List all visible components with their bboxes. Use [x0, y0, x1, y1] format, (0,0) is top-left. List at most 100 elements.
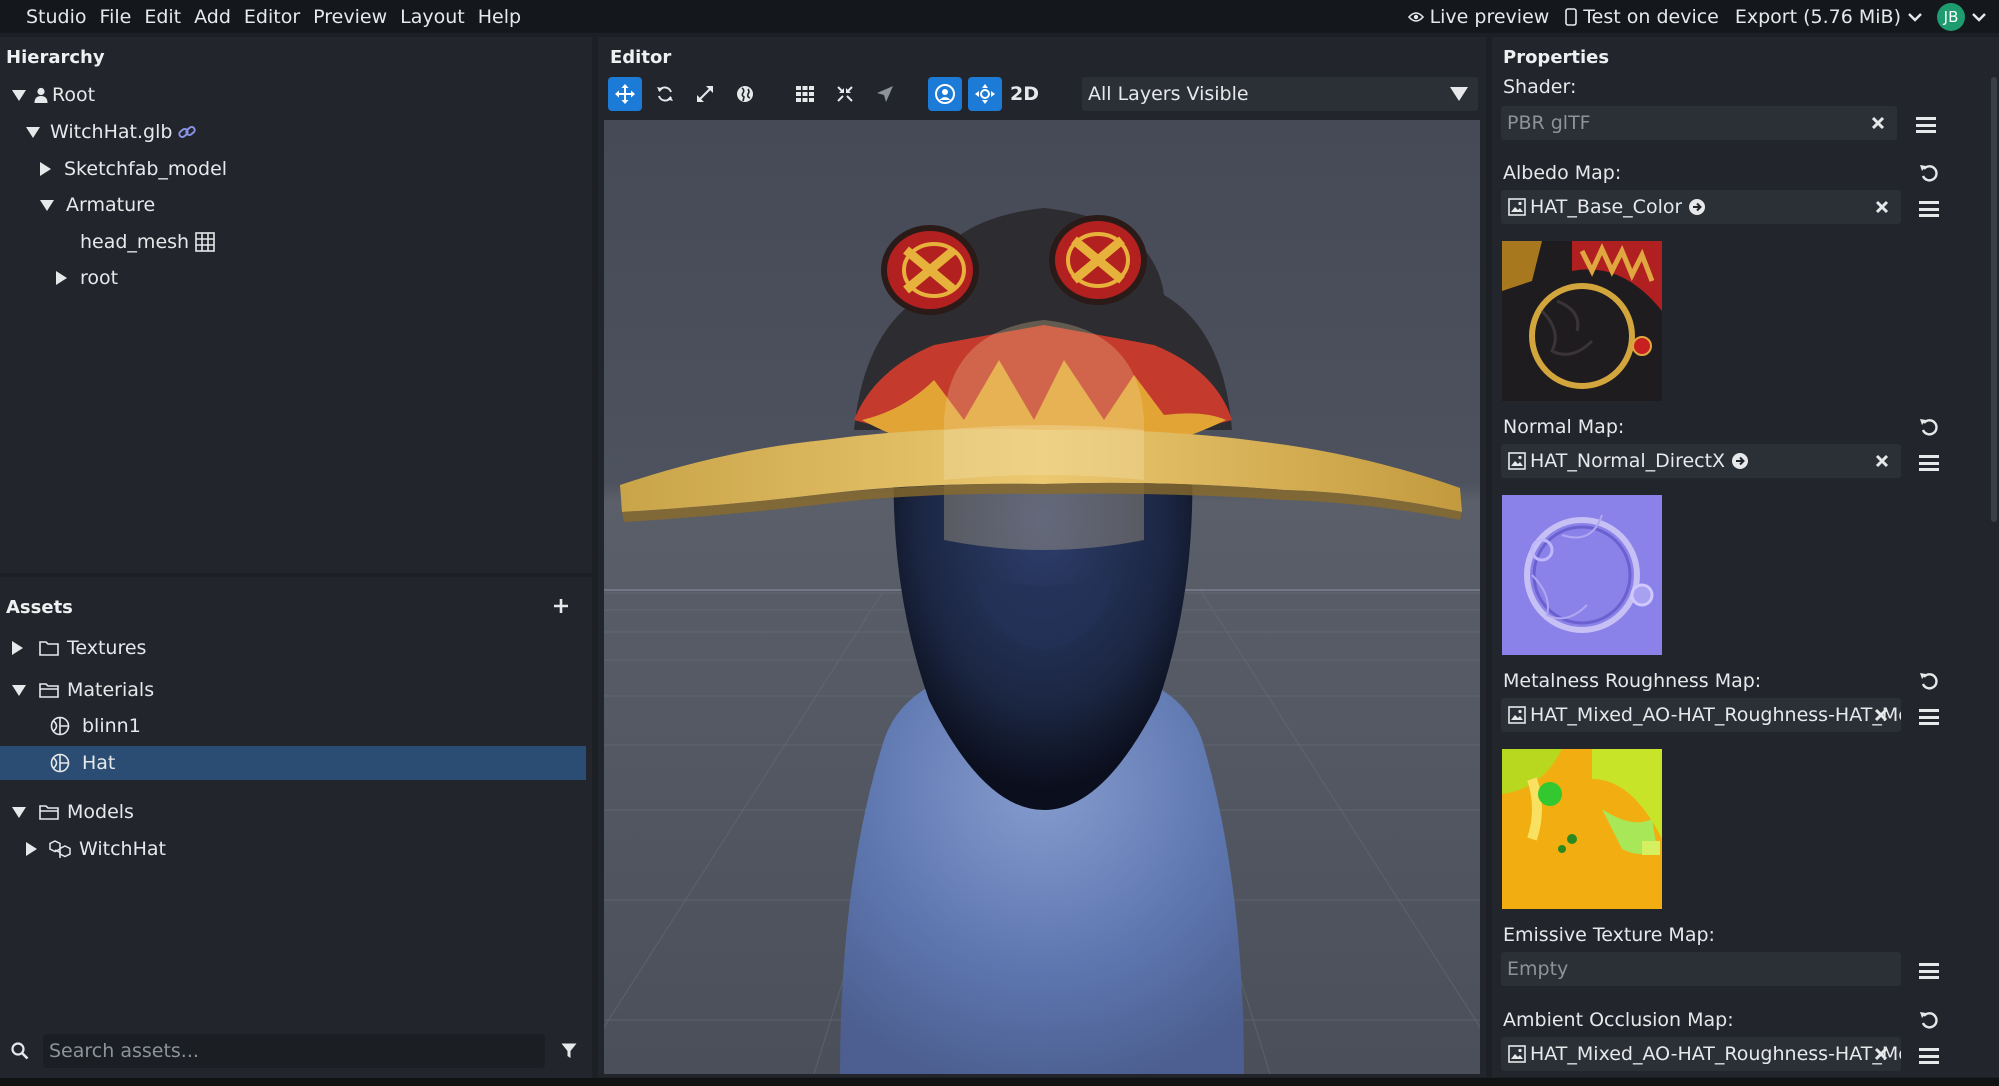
- tree-node-root-bone[interactable]: root: [56, 263, 118, 293]
- menu-help[interactable]: Help: [478, 6, 521, 28]
- clear-metalness-button[interactable]: [1871, 705, 1891, 725]
- go-to-asset-icon[interactable]: [1688, 198, 1706, 216]
- expand-toggle[interactable]: [12, 89, 26, 101]
- snap-to-surface-button[interactable]: [828, 77, 862, 111]
- emissive-menu-button[interactable]: [1919, 961, 1939, 981]
- clear-ao-button[interactable]: [1871, 1044, 1891, 1064]
- filter-icon[interactable]: [561, 1043, 577, 1059]
- menu-preview[interactable]: Preview: [313, 6, 387, 28]
- expand-toggle[interactable]: [26, 842, 37, 856]
- folder-label: Models: [67, 801, 134, 823]
- world-space-button[interactable]: [728, 77, 762, 111]
- shader-value: PBR glTF: [1507, 112, 1591, 134]
- folder-textures[interactable]: Textures: [12, 631, 582, 665]
- live-preview-button[interactable]: Live preview: [1407, 6, 1549, 28]
- editor-title: Editor: [610, 47, 672, 68]
- expand-toggle[interactable]: [40, 162, 51, 176]
- move-tool-button[interactable]: [608, 77, 642, 111]
- chevron-down-icon: [1908, 12, 1922, 22]
- ao-map-field[interactable]: HAT_Mixed_AO-HAT_Roughness-HAT_Meta: [1501, 1037, 1901, 1071]
- account-chevron-icon[interactable]: [1971, 12, 1987, 22]
- expand-toggle[interactable]: [40, 199, 54, 211]
- expand-toggle[interactable]: [12, 641, 23, 655]
- emissive-map-label: Emissive Texture Map:: [1503, 924, 1715, 946]
- test-on-device-label: Test on device: [1583, 5, 1719, 28]
- grid-icon: [796, 86, 814, 102]
- folder-models[interactable]: Models: [12, 795, 582, 829]
- expand-toggle[interactable]: [12, 684, 26, 696]
- albedo-map-field[interactable]: HAT_Base_Color: [1501, 190, 1901, 224]
- rotate-tool-button[interactable]: [648, 77, 682, 111]
- menu-edit[interactable]: Edit: [144, 6, 181, 28]
- albedo-menu-button[interactable]: [1919, 199, 1939, 219]
- menubar: Studio File Edit Add Editor Preview Layo…: [0, 0, 1999, 33]
- tree-node-root[interactable]: Root: [12, 80, 95, 110]
- layer-visibility-select[interactable]: All Layers Visible: [1082, 77, 1478, 111]
- crosshair-icon: [975, 84, 995, 104]
- expand-toggle[interactable]: [26, 126, 40, 138]
- metalness-menu-button[interactable]: [1919, 707, 1939, 727]
- go-to-asset-icon[interactable]: [1731, 452, 1749, 470]
- expand-toggle[interactable]: [12, 806, 26, 818]
- expand-toggle[interactable]: [56, 271, 67, 285]
- move-arrows-icon: [615, 84, 635, 104]
- reset-normal-icon[interactable]: [1919, 417, 1939, 437]
- emissive-map-value: Empty: [1507, 958, 1569, 980]
- ao-menu-button[interactable]: [1919, 1046, 1939, 1066]
- focus-view-button[interactable]: [968, 77, 1002, 111]
- user-icon: [34, 87, 48, 103]
- asset-material-hat[interactable]: Hat: [0, 746, 586, 780]
- tree-node-sketchfab-model[interactable]: Sketchfab_model: [40, 154, 227, 184]
- globe-icon: [737, 86, 753, 102]
- mode-2d-toggle[interactable]: 2D: [1010, 83, 1039, 105]
- menu-editor[interactable]: Editor: [244, 6, 300, 28]
- add-asset-button[interactable]: [553, 594, 569, 618]
- user-avatar[interactable]: JB: [1937, 2, 1965, 31]
- normal-menu-button[interactable]: [1919, 453, 1939, 473]
- reset-ao-icon[interactable]: [1919, 1010, 1939, 1030]
- asset-model-witchhat[interactable]: WitchHat: [26, 832, 582, 866]
- reset-metalness-icon[interactable]: [1919, 671, 1939, 691]
- reset-albedo-icon[interactable]: [1919, 163, 1939, 183]
- menu-layout[interactable]: Layout: [400, 6, 465, 28]
- shader-menu-button[interactable]: [1916, 115, 1936, 135]
- assets-panel: Assets Textures Materials blinn1 Hat Mod…: [0, 577, 592, 1086]
- material-icon: [50, 753, 70, 773]
- navigate-button[interactable]: [868, 77, 902, 111]
- close-icon: [1871, 116, 1885, 130]
- normal-map-field[interactable]: HAT_Normal_DirectX: [1501, 444, 1901, 478]
- properties-scrollbar[interactable]: [1991, 77, 1997, 522]
- mesh-grid-icon: [195, 232, 215, 252]
- scene-render: [604, 120, 1480, 1074]
- asset-material-blinn1[interactable]: blinn1: [0, 709, 586, 743]
- menu-add[interactable]: Add: [194, 6, 231, 28]
- status-strip: [0, 1078, 1999, 1086]
- asset-label: WitchHat: [79, 838, 166, 860]
- properties-title: Properties: [1503, 47, 1610, 68]
- avatar-view-button[interactable]: [928, 77, 962, 111]
- shader-select[interactable]: PBR glTF: [1501, 106, 1897, 140]
- 3d-viewport[interactable]: [604, 120, 1480, 1074]
- rotate-icon: [657, 86, 673, 102]
- tree-node-armature[interactable]: Armature: [40, 190, 155, 220]
- grid-snap-button[interactable]: [788, 77, 822, 111]
- folder-materials[interactable]: Materials: [12, 673, 582, 707]
- tree-node-witchhat-glb[interactable]: WitchHat.glb: [26, 117, 197, 147]
- tree-node-label: WitchHat.glb: [50, 121, 173, 143]
- export-button[interactable]: Export (5.76 MiB): [1735, 6, 1923, 28]
- menu-file[interactable]: File: [100, 6, 132, 28]
- search-input[interactable]: [43, 1034, 545, 1068]
- clear-albedo-button[interactable]: [1872, 197, 1892, 217]
- asset-label: blinn1: [82, 715, 141, 737]
- main-menu: Studio File Edit Add Editor Preview Layo…: [0, 6, 534, 28]
- emissive-map-field[interactable]: Empty: [1501, 952, 1901, 986]
- scale-tool-button[interactable]: [688, 77, 722, 111]
- tree-node-label: root: [80, 267, 119, 289]
- test-on-device-button[interactable]: Test on device: [1565, 6, 1719, 28]
- tree-node-head-mesh[interactable]: head_mesh: [80, 227, 215, 257]
- close-icon: [1875, 200, 1889, 214]
- clear-normal-button[interactable]: [1872, 451, 1892, 471]
- menu-studio[interactable]: Studio: [26, 6, 87, 28]
- clear-shader-button[interactable]: [1868, 113, 1888, 133]
- metalness-map-field[interactable]: HAT_Mixed_AO-HAT_Roughness-HAT_Meta: [1501, 698, 1901, 732]
